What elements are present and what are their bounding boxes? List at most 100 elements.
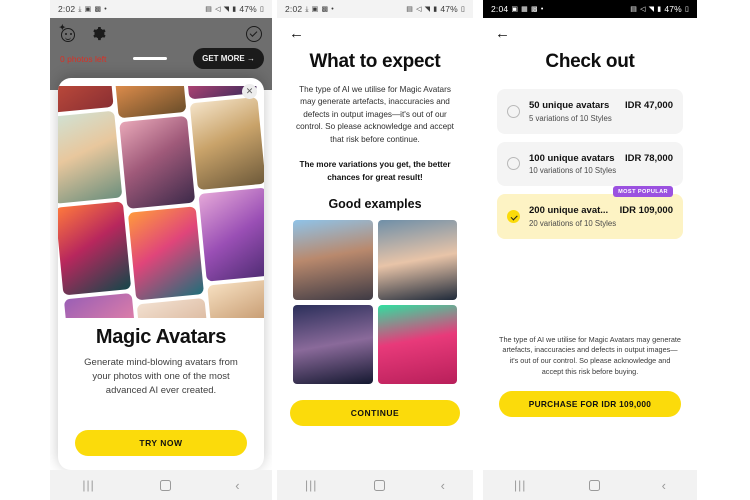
plan-name: 200 unique avat... <box>529 205 609 216</box>
home-icon[interactable] <box>159 479 171 491</box>
avatar-thumbnail <box>119 115 196 210</box>
status-bar-right: ▤ ◁ ◥ ▮ 47% ▯ <box>630 4 689 14</box>
status-bar-left: 2:02 ⤓ ▣ ▩ • <box>285 4 334 14</box>
status-bar-right: ▤ ◁ ◥ ▮ 47% ▯ <box>406 4 465 14</box>
get-more-button[interactable]: GET MORE → <box>193 48 264 69</box>
battery-percent: 47% <box>664 4 682 14</box>
plan-option-200[interactable]: MOST POPULAR 200 unique avat... IDR 109,… <box>497 186 683 239</box>
plan-option-50[interactable]: 50 unique avatars IDR 47,000 5 variation… <box>497 89 683 134</box>
status-bar-left: 2:02 ⤓ ▣ ▩ • <box>58 4 107 14</box>
plan-subtitle: 10 variations of 10 Styles <box>529 166 617 175</box>
back-icon[interactable]: ‹ <box>662 478 666 493</box>
avatar-thumbnail <box>63 292 140 318</box>
screen-content: ← What to expect The type of AI we utili… <box>277 18 473 470</box>
mute-icon: ◁ <box>215 5 221 13</box>
gear-icon[interactable] <box>91 26 106 41</box>
battery-icon: ▯ <box>259 5 264 13</box>
mute-icon: ◁ <box>640 5 646 13</box>
plan-price: IDR 47,000 <box>624 100 673 111</box>
add-face-icon[interactable]: ✦ <box>59 24 77 42</box>
status-bar-right: ▤ ◁ ◥ ▮ 47% ▯ <box>205 4 264 14</box>
avatar-thumbnail <box>58 110 123 205</box>
system-navigation-bar: ||| ‹ <box>277 470 473 500</box>
app-icon: ▩ <box>94 5 102 13</box>
back-button[interactable]: ← <box>277 18 473 41</box>
close-icon[interactable]: ✕ <box>242 84 257 99</box>
gallery-icon: ▣ <box>84 5 92 13</box>
lock-icon: ▤ <box>205 5 213 13</box>
emphasis-paragraph: The more variations you get, the better … <box>299 160 451 182</box>
section-heading-good-examples: Good examples <box>328 197 422 212</box>
dot-icon: • <box>540 5 544 13</box>
status-bar: 2:04 ▣ ▦ ▩ • ▤ ◁ ◥ ▮ 47% ▯ <box>483 0 697 18</box>
system-navigation-bar: ||| ‹ <box>483 470 697 500</box>
avatar-thumbnail <box>58 86 114 114</box>
screen-content: ← Check out 50 unique avatars IDR 47,000… <box>483 18 697 470</box>
example-image <box>293 220 373 300</box>
dot-icon: • <box>331 5 334 13</box>
avatar-collage-grid <box>58 86 264 318</box>
sheet-drag-handle[interactable] <box>132 57 167 60</box>
status-time: 2:04 <box>491 4 509 14</box>
gallery-icon: ▣ <box>511 5 519 13</box>
app-icon: ▩ <box>531 5 538 13</box>
checkout-disclaimer: The type of AI we utilise for Magic Avat… <box>499 334 681 377</box>
system-navigation-bar: ||| ‹ <box>50 470 272 500</box>
page-title: Magic Avatars <box>95 326 227 348</box>
face-icon <box>61 28 75 42</box>
avatar-thumbnail <box>127 206 204 300</box>
app-icon: ▩ <box>321 5 329 13</box>
plan-text: 50 unique avatars IDR 47,000 5 variation… <box>529 100 673 123</box>
battery-icon: ▯ <box>684 5 689 13</box>
recents-icon[interactable]: ||| <box>514 478 526 492</box>
plan-header-row: 200 unique avat... IDR 109,000 <box>529 205 673 216</box>
example-image <box>377 304 457 385</box>
most-popular-badge: MOST POPULAR <box>613 186 673 197</box>
plan-header-row: 100 unique avatars IDR 78,000 <box>529 153 673 164</box>
home-icon[interactable] <box>373 479 385 491</box>
plan-list: 50 unique avatars IDR 47,000 5 variation… <box>483 73 697 239</box>
signal-icon: ▮ <box>232 5 237 13</box>
example-image <box>293 304 373 385</box>
signal-icon: ▮ <box>433 5 438 13</box>
try-now-button[interactable]: TRY NOW <box>75 430 247 456</box>
back-icon[interactable]: ‹ <box>441 478 445 493</box>
lock-icon: ▤ <box>406 5 414 13</box>
page-title: What to expect <box>309 51 441 72</box>
phone-screen-checkout: 2:04 ▣ ▦ ▩ • ▤ ◁ ◥ ▮ 47% ▯ ← Check out 5… <box>483 0 697 500</box>
disclaimer-paragraph: The type of AI we utilise for Magic Avat… <box>296 85 454 144</box>
plan-header-row: 50 unique avatars IDR 47,000 <box>529 100 673 111</box>
camera-icon: ▦ <box>521 5 528 13</box>
status-bar: 2:02 ⤓ ▣ ▩ • ▤ ◁ ◥ ▮ 47% ▯ <box>277 0 473 18</box>
download-icon: ⤓ <box>305 5 309 13</box>
wifi-icon: ◥ <box>424 5 431 13</box>
screenshot-stage: 2:02 ⤓ ▣ ▩ • ▤ ◁ ◥ ▮ 47% ▯ ✦ 0 photos le… <box>0 0 750 500</box>
battery-percent: 47% <box>239 4 257 14</box>
confirm-check-icon[interactable] <box>246 25 262 42</box>
page-title: Check out <box>545 51 635 72</box>
continue-button[interactable]: CONTINUE <box>290 400 460 427</box>
radio-selected-icon[interactable] <box>507 209 520 223</box>
recents-icon[interactable]: ||| <box>82 478 94 492</box>
magic-avatars-sheet: ✕ Magic Avatars Generate mind-blowing av… <box>58 78 264 470</box>
plan-subtitle: 20 variations of 10 Styles <box>529 218 617 228</box>
plan-option-100[interactable]: 100 unique avatars IDR 78,000 10 variati… <box>497 141 683 186</box>
avatar-thumbnail <box>136 297 213 318</box>
app-toolbar: ✦ <box>50 18 272 42</box>
example-image <box>377 220 457 300</box>
plan-text: 100 unique avatars IDR 78,000 10 variati… <box>529 153 673 176</box>
plan-subtitle: 5 variations of 10 Styles <box>529 113 612 123</box>
radio-unselected-icon[interactable] <box>507 104 520 118</box>
avatar-thumbnail <box>58 201 132 295</box>
purchase-button[interactable]: PURCHASE FOR IDR 109,000 <box>499 391 681 418</box>
recents-icon[interactable]: ||| <box>305 478 317 492</box>
plan-text: 200 unique avat... IDR 109,000 20 variat… <box>529 205 673 228</box>
photos-quota-row: 0 photos left GET MORE → <box>50 42 272 69</box>
avatar-thumbnail <box>110 86 187 119</box>
home-icon[interactable] <box>588 479 600 491</box>
download-icon: ⤓ <box>78 5 82 13</box>
plan-price: IDR 109,000 <box>619 205 673 216</box>
radio-unselected-icon[interactable] <box>507 157 520 171</box>
back-icon[interactable]: ‹ <box>235 478 239 493</box>
back-button[interactable]: ← <box>483 18 697 41</box>
